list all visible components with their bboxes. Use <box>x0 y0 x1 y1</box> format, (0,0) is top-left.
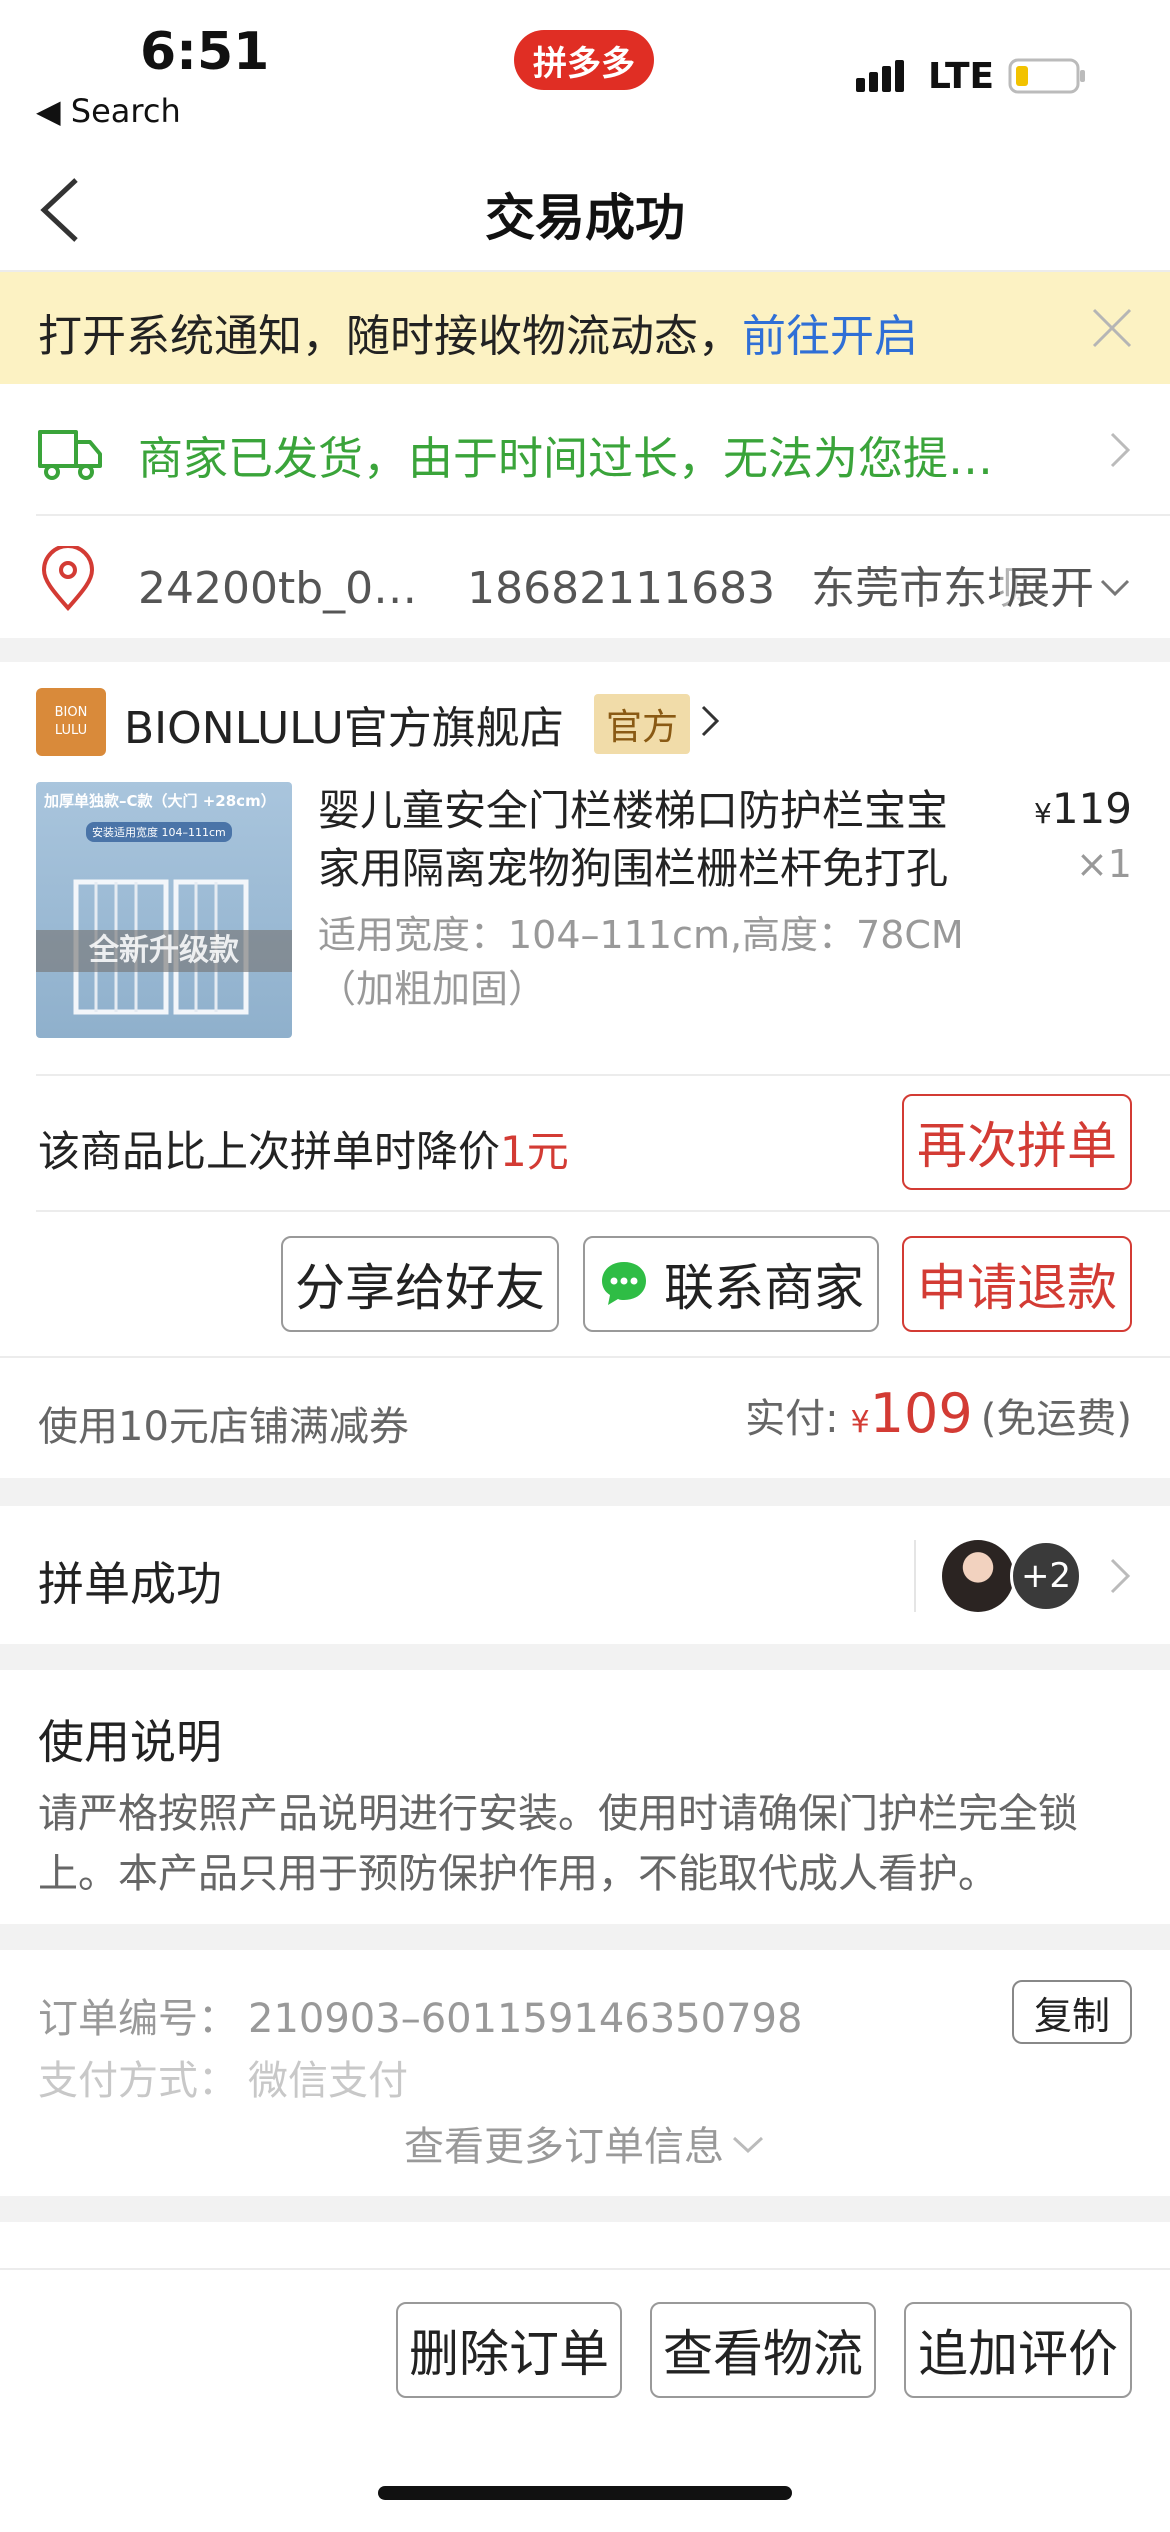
copy-order-number-button[interactable]: 复制 <box>1012 1980 1132 2044</box>
status-bar: 6:51 ◀ Search 拼多多 LTE <box>0 0 1170 150</box>
enable-notifications-link[interactable]: 前往开启 <box>742 311 918 362</box>
product-quantity: ×1 <box>1075 842 1132 886</box>
chevron-down-icon <box>730 2120 766 2166</box>
add-review-button[interactable]: 追加评价 <box>904 2302 1132 2398</box>
contact-merchant-label: 联系商家 <box>664 1259 864 1317</box>
close-icon[interactable] <box>1090 306 1134 350</box>
expand-label: 展开 <box>1006 563 1094 614</box>
view-more-order-info-button[interactable]: 查看更多订单信息 <box>0 2114 1170 2172</box>
product-title-line1: 婴儿童安全门栏楼梯口防护栏宝宝 <box>318 786 949 835</box>
share-button[interactable]: 分享给好友 <box>281 1236 559 1332</box>
product-title: 婴儿童安全门栏楼梯口防护栏宝宝 家用隔离宠物狗围栏栅栏杆免打孔 <box>318 782 1008 898</box>
extra-members-badge: +2 <box>1010 1540 1082 1612</box>
order-info-section: 订单编号： 210903–601159146350798 复制 支付方式： 微信支付… <box>0 1950 1170 2196</box>
paid-total: 实付: ¥ 109 (免运费) <box>745 1382 1132 1445</box>
store-name: BIONLULU官方旗舰店 <box>124 703 564 754</box>
product-price: ¥119 <box>1020 784 1132 833</box>
signal-icon <box>856 58 914 94</box>
store-header[interactable]: BION LULU BIONLULU官方旗舰店 官方 <box>0 662 1170 772</box>
instructions-title: 使用说明 <box>38 1715 222 1769</box>
group-buy-row[interactable]: 拼单成功 +2 <box>0 1506 1170 1644</box>
store-logo-line1: BION <box>54 705 88 720</box>
order-number-row: 订单编号： 210903–601159146350798 <box>38 1986 802 2044</box>
notification-text-wrap: 打开系统通知，随时接收物流动态，前往开启 <box>38 300 918 364</box>
expand-address-button[interactable]: 展开 <box>1000 552 1132 616</box>
chevron-down-icon <box>1098 559 1132 610</box>
thumbnail-subcaption: 安装适用宽度 104–111cm <box>86 822 232 842</box>
delete-order-button[interactable]: 删除订单 <box>396 2302 622 2398</box>
network-type: LTE <box>928 56 995 97</box>
product-spec: 适用宽度：104–111cm,高度：78CM （加粗加固） <box>318 908 1018 1016</box>
page-title: 交易成功 <box>485 189 685 247</box>
price-currency: ¥ <box>1034 797 1052 830</box>
refund-button[interactable]: 申请退款 <box>902 1236 1132 1332</box>
paid-currency: ¥ <box>850 1405 870 1440</box>
chevron-right-icon <box>1108 430 1132 470</box>
payment-summary: 使用10元店铺满减券 实付: ¥ 109 (免运费) <box>0 1358 1170 1478</box>
recipient-location: 东莞市东坝 <box>811 563 1032 614</box>
product-spec-line1: 适用宽度：104–111cm,高度：78CM <box>318 913 964 957</box>
notification-text: 打开系统通知，随时接收物流动态， <box>38 311 742 362</box>
extra-members-count: +2 <box>1020 1556 1072 1596</box>
pinduoduo-logo-text: 拼多多 <box>533 43 635 84</box>
payment-method-label: 支付方式： <box>38 2058 238 2104</box>
recipient-name: 24200tb_0… <box>138 563 418 614</box>
order-number-label: 订单编号： <box>38 1996 238 2042</box>
price-drop-amount: 1元 <box>500 1127 569 1176</box>
shipping-status-row[interactable]: 商家已发货，由于时间过长，无法为您提… <box>0 384 1170 514</box>
thumbnail-caption: 加厚单独款–C款（大门 +28cm） <box>44 792 276 810</box>
product-title-line2: 家用隔离宠物狗围栏栅栏杆免打孔 <box>318 844 949 893</box>
location-pin-icon <box>40 544 96 612</box>
status-time: 6:51 <box>140 22 270 82</box>
reorder-button[interactable]: 再次拼单 <box>902 1094 1132 1190</box>
view-more-label: 查看更多订单信息 <box>404 2124 724 2170</box>
truck-icon <box>36 422 104 482</box>
price-drop-row: 该商品比上次拼单时降价1元 再次拼单 <box>0 1076 1170 1210</box>
price-value: 119 <box>1051 784 1132 833</box>
payment-method-row: 支付方式： 微信支付 <box>38 2048 408 2106</box>
paid-label: 实付: <box>745 1396 839 1442</box>
official-badge: 官方 <box>594 694 691 754</box>
product-thumbnail: 加厚单独款–C款（大门 +28cm） 安装适用宽度 104–111cm 全新升级… <box>36 782 292 1038</box>
battery-icon <box>1008 56 1088 96</box>
product-item[interactable]: 加厚单独款–C款（大门 +28cm） 安装适用宽度 104–111cm 全新升级… <box>0 772 1170 1072</box>
shipping-fee-note: (免运费) <box>980 1396 1132 1442</box>
home-indicator[interactable] <box>378 2486 792 2500</box>
avatar <box>942 1540 1014 1612</box>
group-buy-label: 拼单成功 <box>38 1557 222 1611</box>
chevron-right-icon <box>1108 1556 1132 1596</box>
paid-amount: 109 <box>869 1382 973 1445</box>
instructions-section: 使用说明 请严格按照产品说明进行安装。使用时请确保门护栏完全锁上。本产品只用于预… <box>0 1670 1170 1924</box>
back-to-search-link[interactable]: ◀ Search <box>36 92 181 130</box>
payment-method: 微信支付 <box>248 2058 408 2104</box>
instructions-body: 请严格按照产品说明进行安装。使用时请确保门护栏完全锁上。本产品只用于预防保护作用… <box>38 1791 1078 1897</box>
nav-bar: 交易成功 <box>0 150 1170 270</box>
thumbnail-banner: 全新升级款 <box>36 930 292 972</box>
address-text: 24200tb_0… 18682111683 东莞市东坝 <box>138 552 1031 616</box>
view-logistics-button[interactable]: 查看物流 <box>650 2302 876 2398</box>
contact-merchant-button[interactable]: 联系商家 <box>583 1236 879 1332</box>
price-drop-text: 该商品比上次拼单时降价 <box>38 1127 501 1176</box>
shipping-status-text: 商家已发货，由于时间过长，无法为您提… <box>138 432 994 485</box>
address-row[interactable]: 24200tb_0… 18682111683 东莞市东坝 展开 <box>0 516 1170 638</box>
chevron-right-icon <box>700 704 720 738</box>
vertical-divider <box>914 1540 916 1612</box>
chat-bubble-icon <box>598 1258 650 1310</box>
pinduoduo-logo: 拼多多 <box>514 30 654 90</box>
coupon-used: 使用10元店铺满减券 <box>38 1404 409 1450</box>
store-logo: BION LULU <box>36 688 106 756</box>
notification-banner: 打开系统通知，随时接收物流动态，前往开启 <box>0 272 1170 384</box>
recipient-phone: 18682111683 <box>467 563 776 614</box>
store-logo-line2: LULU <box>54 723 88 738</box>
order-number: 210903–601159146350798 <box>248 1996 803 2042</box>
product-spec-line2: （加粗加固） <box>318 967 547 1011</box>
price-drop-text-wrap: 该商品比上次拼单时降价1元 <box>38 1118 569 1179</box>
